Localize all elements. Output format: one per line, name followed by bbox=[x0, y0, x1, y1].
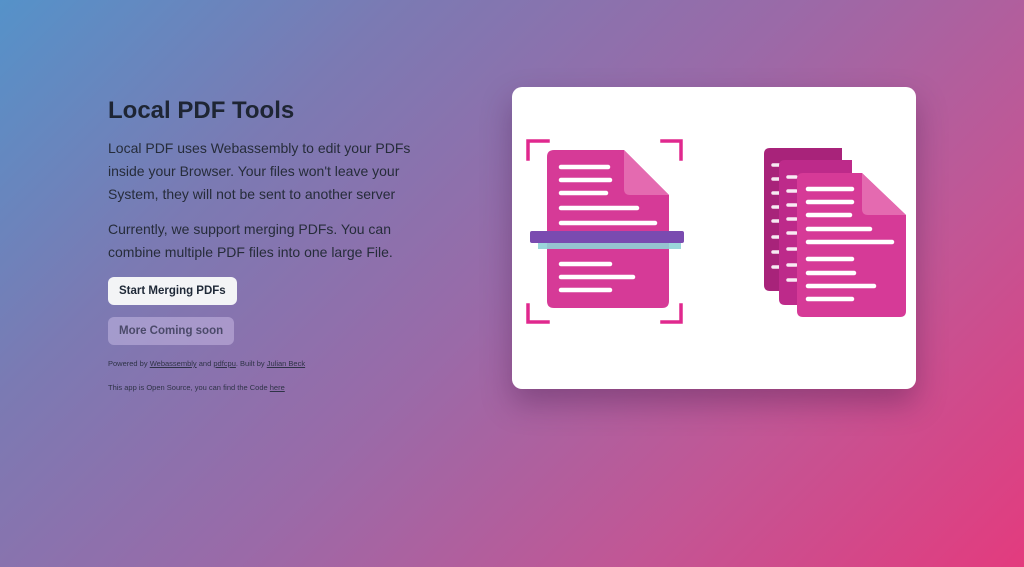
powered-by-text: Powered by Webassembly and pdfcpu. Built… bbox=[108, 359, 306, 368]
document-fold bbox=[624, 150, 669, 195]
page-title: Local PDF Tools bbox=[108, 97, 295, 124]
source-code-link[interactable]: here bbox=[270, 383, 285, 392]
document-scan-icon bbox=[526, 139, 684, 324]
description-text: Local PDF uses Webassembly to edit your … bbox=[108, 140, 411, 202]
hero-section: Local PDF Tools Local PDF uses Webassemb… bbox=[108, 96, 418, 394]
scanner-bar bbox=[530, 231, 684, 243]
webassembly-link[interactable]: Webassembly bbox=[150, 359, 197, 368]
pdfcpu-link[interactable]: pdfcpu bbox=[213, 359, 236, 368]
illustration-svg bbox=[526, 139, 906, 324]
support-text: Currently, we support merging PDFs. You … bbox=[108, 221, 393, 260]
illustration-card bbox=[512, 87, 916, 389]
documents-stack-icon bbox=[764, 148, 906, 317]
start-merging-button[interactable]: Start Merging PDFs bbox=[108, 277, 237, 305]
open-source-text: This app is Open Source, you can find th… bbox=[108, 383, 285, 392]
stack-page-front bbox=[797, 173, 906, 317]
author-link[interactable]: Julian Beck bbox=[267, 359, 305, 368]
document-page bbox=[547, 150, 669, 308]
scanner-glow bbox=[538, 243, 681, 249]
more-coming-soon-button[interactable]: More Coming soon bbox=[108, 317, 235, 345]
stack-page-fold bbox=[862, 173, 906, 215]
